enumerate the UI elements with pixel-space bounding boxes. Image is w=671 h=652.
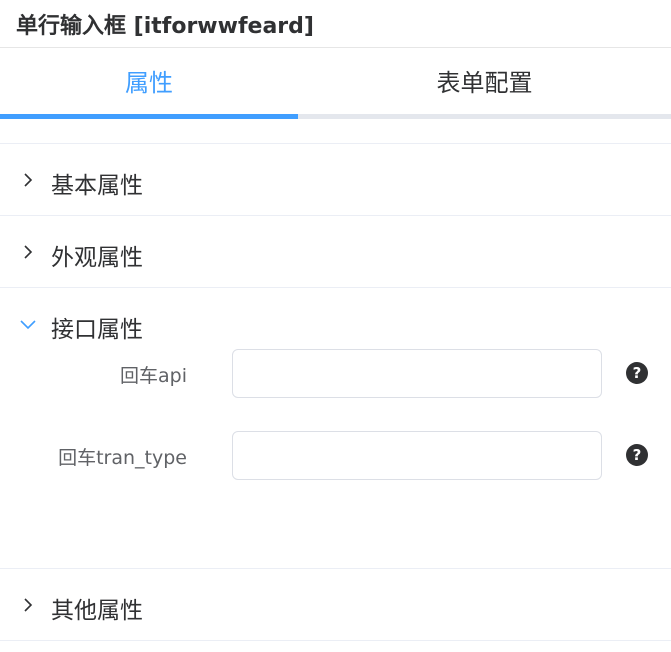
section-basic-properties[interactable]: 基本属性	[0, 144, 671, 216]
panel-header: 单行输入框 [itforwwfeard]	[0, 0, 671, 48]
section-label: 接口属性	[51, 317, 143, 343]
question-circle-icon[interactable]: ?	[626, 362, 648, 384]
question-circle-icon[interactable]: ?	[626, 444, 648, 466]
chevron-right-icon	[24, 598, 33, 612]
section-label: 基本属性	[51, 173, 143, 199]
section-interface-body: 回车api ? 回车tran_type ?	[0, 349, 671, 569]
form-row-enter-api: 回车api ?	[0, 349, 671, 399]
form-row-enter-tran-type: 回车tran_type ?	[0, 431, 671, 481]
tab-form-config[interactable]: 表单配置	[298, 48, 671, 116]
enter-api-input[interactable]	[232, 349, 602, 398]
chevron-right-icon	[24, 173, 33, 187]
property-sections: 基本属性 外观属性 接口属性 回车api ? 回车tran_type ? 其他属…	[0, 143, 671, 641]
chevron-down-icon	[20, 320, 36, 330]
tab-properties[interactable]: 属性	[0, 48, 298, 116]
chevron-right-icon	[24, 245, 33, 259]
section-other-properties[interactable]: 其他属性	[0, 569, 671, 641]
section-label: 外观属性	[51, 245, 143, 271]
tab-active-indicator	[0, 114, 298, 119]
field-label-enter-tran-type: 回车tran_type	[58, 447, 187, 469]
enter-tran-type-input[interactable]	[232, 431, 602, 480]
field-label-enter-api: 回车api	[120, 365, 187, 387]
section-label: 其他属性	[51, 598, 143, 624]
section-appearance-properties[interactable]: 外观属性	[0, 216, 671, 288]
panel-title: 单行输入框 [itforwwfeard]	[16, 14, 314, 39]
tab-bar: 属性 表单配置	[0, 48, 671, 119]
